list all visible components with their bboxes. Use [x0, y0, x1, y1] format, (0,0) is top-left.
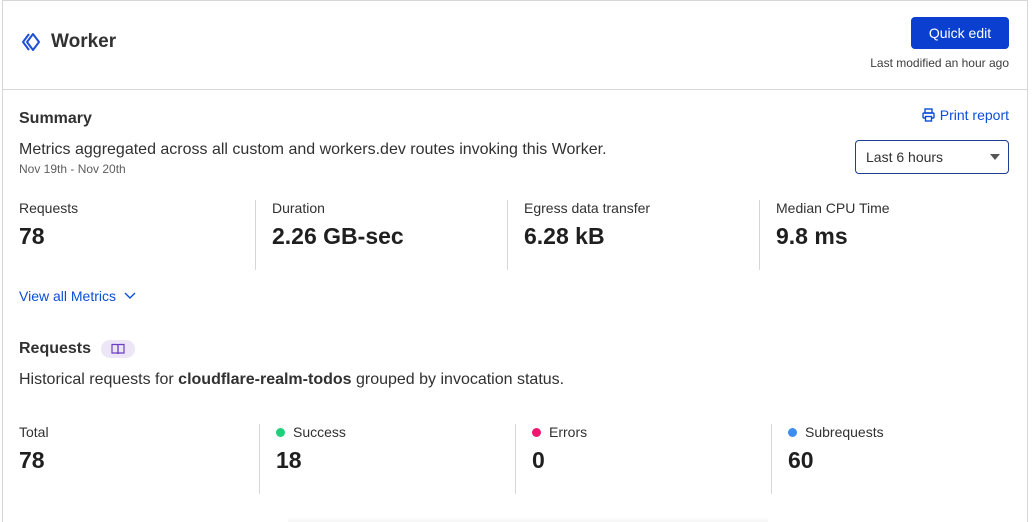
docs-badge[interactable] — [101, 340, 136, 358]
stat-label-text: Total — [19, 424, 49, 440]
print-report-label: Print report — [939, 107, 1009, 123]
book-icon — [111, 343, 125, 355]
date-range-text: Nov 19th - Nov 20th — [19, 162, 126, 176]
metric-value: 9.8 ms — [776, 223, 848, 249]
metric-cpu-time: Median CPU Time 9.8 ms — [759, 200, 1011, 270]
requests-desc-prefix: Historical requests for — [19, 371, 179, 388]
stat-label-text: Subrequests — [805, 424, 884, 440]
time-range-value: Last 6 hours — [866, 149, 944, 165]
print-report-link[interactable]: Print report — [922, 107, 1009, 123]
worker-header: Worker Quick edit Last modified an hour … — [3, 1, 1027, 90]
last-modified-text: Last modified an hour ago — [870, 56, 1009, 70]
metric-value: 78 — [19, 223, 45, 249]
stat-label: Success — [276, 424, 346, 440]
requests-desc-suffix: grouped by invocation status. — [351, 371, 565, 388]
errors-dot-icon — [532, 427, 541, 437]
request-stats: Total 78 Success 18 Errors 0 Subrequests… — [3, 424, 1027, 494]
metric-label: Egress data transfer — [524, 200, 651, 216]
summary-description: Metrics aggregated across all custom and… — [19, 141, 607, 158]
requests-heading: Requests — [19, 340, 136, 358]
chevron-down-icon — [124, 292, 136, 299]
metric-egress: Egress data transfer 6.28 kB — [507, 200, 759, 270]
worker-panel: Worker Quick edit Last modified an hour … — [2, 0, 1028, 522]
metric-label: Median CPU Time — [776, 200, 890, 216]
view-all-metrics-label: View all Metrics — [19, 288, 116, 304]
summary-heading: Summary — [19, 110, 92, 127]
success-dot-icon — [276, 427, 285, 437]
summary-metrics: Requests 78 Duration 2.26 GB-sec Egress … — [3, 200, 1027, 270]
stat-label-text: Errors — [549, 424, 588, 440]
printer-icon — [922, 108, 935, 122]
requests-description: Historical requests for cloudflare-realm… — [19, 371, 564, 389]
worker-name: cloudflare-realm-todos — [178, 371, 352, 388]
stat-label-text: Success — [293, 424, 346, 440]
stat-value: 0 — [532, 447, 545, 473]
chart-area-edge — [288, 517, 768, 522]
stat-success: Success 18 — [259, 424, 515, 494]
stat-subrequests: Subrequests 60 — [771, 424, 1027, 494]
subrequests-dot-icon — [788, 427, 797, 437]
metric-value: 6.28 kB — [524, 223, 605, 249]
requests-heading-label: Requests — [19, 340, 92, 357]
metric-duration: Duration 2.26 GB-sec — [255, 200, 507, 270]
metric-value: 2.26 GB-sec — [272, 223, 404, 249]
metric-label: Requests — [19, 200, 79, 216]
stat-value: 18 — [276, 447, 302, 473]
stat-label: Total — [19, 424, 49, 440]
stat-label: Errors — [532, 424, 587, 440]
stat-total: Total 78 — [3, 424, 259, 494]
caret-down-icon — [990, 154, 1000, 160]
metric-requests: Requests 78 — [3, 200, 255, 270]
stat-value: 78 — [19, 447, 45, 473]
metric-label: Duration — [272, 200, 325, 216]
stat-label: Subrequests — [788, 424, 884, 440]
worker-chevrons-icon — [22, 33, 40, 51]
view-all-metrics-link[interactable]: View all Metrics — [19, 288, 136, 304]
stat-errors: Errors 0 — [515, 424, 771, 494]
page-title: Worker — [51, 31, 117, 52]
time-range-select[interactable]: Last 6 hours — [855, 140, 1009, 174]
quick-edit-button[interactable]: Quick edit — [911, 17, 1009, 49]
stat-value: 60 — [788, 447, 814, 473]
